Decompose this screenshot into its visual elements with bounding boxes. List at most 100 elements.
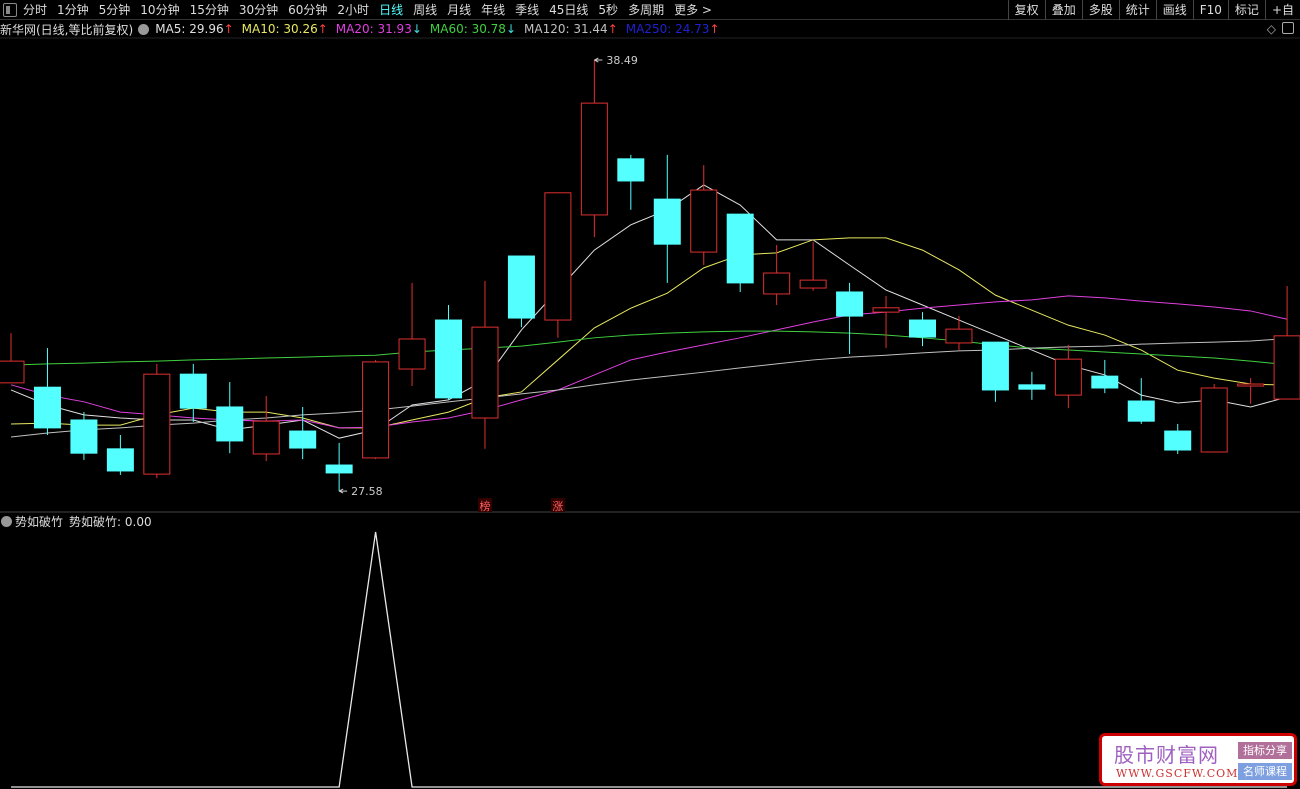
candle-down bbox=[1164, 430, 1192, 451]
period-tab[interactable]: 1分钟 bbox=[57, 1, 89, 18]
stock-title: 新华网(日线,等比前复权) bbox=[0, 22, 134, 37]
candle-down bbox=[325, 464, 353, 474]
right-toolbar: 复权 叠加 多股 统计 画线 F10 标记 +自 bbox=[1007, 0, 1300, 20]
price-pointer-icon bbox=[594, 57, 603, 63]
ma-label: MA120: 31.44 bbox=[524, 22, 608, 36]
ma-readout: MA20: 31.93↓ bbox=[336, 22, 422, 36]
ma-label: MA20: 31.93 bbox=[335, 22, 412, 36]
period-tab[interactable]: 5分钟 bbox=[99, 1, 131, 18]
candle-down bbox=[1018, 384, 1046, 390]
period-tab[interactable]: 月线 bbox=[447, 1, 471, 18]
ma-readout: MA10: 30.26↑ bbox=[242, 22, 328, 36]
candle-down bbox=[33, 386, 61, 429]
candle-down bbox=[106, 448, 134, 472]
candle-down bbox=[507, 255, 535, 319]
ma-readout: MA5: 29.96↑ bbox=[155, 22, 233, 36]
ma-info-line: 新华网(日线,等比前复权) MA5: 29.96↑ MA10: 30.26↑ MA2… bbox=[0, 20, 1300, 38]
period-tab[interactable]: 日线 bbox=[379, 1, 403, 18]
period-tab[interactable]: 更多 > bbox=[674, 1, 712, 18]
ma-readout: MA60: 30.78↓ bbox=[430, 22, 516, 36]
trend-arrow-icon: ↑ bbox=[223, 22, 234, 36]
candle-down bbox=[653, 198, 681, 245]
toolbar-button[interactable]: 标记 bbox=[1227, 0, 1265, 20]
candle-down bbox=[1091, 375, 1119, 389]
candle-up bbox=[252, 420, 280, 455]
period-tab[interactable]: 10分钟 bbox=[140, 1, 179, 18]
period-tab[interactable]: 季线 bbox=[515, 1, 539, 18]
candle-up bbox=[1054, 358, 1082, 396]
corner-icons: ◇ bbox=[1267, 22, 1294, 36]
indicator-value: 势如破竹: 0.00 bbox=[69, 514, 152, 529]
period-tab[interactable]: 分时 bbox=[23, 1, 47, 18]
period-tab[interactable]: 多周期 bbox=[628, 1, 664, 18]
ma-line-ma60 bbox=[10, 330, 1288, 366]
toolbar-button[interactable]: F10 bbox=[1192, 0, 1228, 20]
period-tab[interactable]: 60分钟 bbox=[288, 1, 327, 18]
logo-tag-course: 名师课程 bbox=[1238, 763, 1292, 780]
period-tab[interactable]: 15分钟 bbox=[190, 1, 229, 18]
candle-up bbox=[872, 307, 900, 313]
price-pointer-icon bbox=[338, 488, 348, 494]
logo-title: 股市财富网 bbox=[1114, 743, 1219, 767]
candle-up bbox=[1237, 383, 1265, 387]
candle-up bbox=[398, 338, 426, 370]
watermark-logo: 股市财富网 WWW.GSCFW.COM 指标分享 名师课程 bbox=[1099, 733, 1297, 786]
candle-down bbox=[179, 373, 207, 409]
period-tab[interactable]: 年线 bbox=[481, 1, 505, 18]
low-price-label: 27.58 bbox=[351, 485, 383, 498]
period-tab[interactable]: 周线 bbox=[413, 1, 437, 18]
panel-toggle-icon[interactable] bbox=[1282, 22, 1294, 34]
toolbar-button[interactable]: 多股 bbox=[1081, 0, 1119, 20]
toolbar-button[interactable]: 画线 bbox=[1155, 0, 1193, 20]
candle-down bbox=[726, 213, 754, 284]
toolbar-button[interactable]: 复权 bbox=[1007, 0, 1045, 20]
candle-down bbox=[909, 319, 936, 338]
period-tab[interactable]: 5秒 bbox=[598, 1, 618, 18]
trend-arrow-icon: ↓ bbox=[411, 22, 422, 36]
candle-up bbox=[362, 361, 390, 459]
toolbar-button[interactable]: +自 bbox=[1264, 0, 1300, 20]
candle-down bbox=[617, 158, 645, 182]
ma-readout: MA250: 24.73↑ bbox=[626, 22, 720, 36]
candle-down bbox=[435, 319, 463, 399]
ma-label: MA10: 30.26 bbox=[241, 22, 318, 36]
logo-tag-indicator: 指标分享 bbox=[1238, 742, 1292, 759]
candle-up bbox=[763, 272, 791, 295]
trend-arrow-icon: ↑ bbox=[709, 22, 720, 36]
indicator-line bbox=[11, 531, 1288, 788]
candle-down bbox=[981, 341, 1009, 391]
period-tab[interactable]: 45日线 bbox=[549, 1, 588, 18]
toolbar-button[interactable]: 统计 bbox=[1118, 0, 1156, 20]
sidebar-toggle-icon[interactable] bbox=[3, 2, 17, 17]
candle-up bbox=[544, 192, 572, 321]
period-tab[interactable]: 2小时 bbox=[337, 1, 369, 18]
ma-label: MA60: 30.78 bbox=[429, 22, 506, 36]
marker-label: 涨 bbox=[552, 500, 563, 513]
candle-up bbox=[471, 326, 499, 419]
candle-up bbox=[690, 189, 718, 253]
high-price-label: 38.49 bbox=[606, 54, 638, 67]
candle-down bbox=[216, 406, 244, 442]
diamond-icon[interactable]: ◇ bbox=[1267, 22, 1276, 36]
indicator-name[interactable]: 势如破竹 bbox=[15, 513, 63, 530]
ma-label: MA5: 29.96 bbox=[155, 22, 224, 36]
indicator-header: 势如破竹 势如破竹: 0.00 bbox=[0, 513, 152, 529]
candle-up bbox=[143, 373, 171, 475]
indicator-menu-icon[interactable] bbox=[1, 515, 12, 527]
ma-readout: MA120: 31.44↑ bbox=[524, 22, 618, 36]
settings-circle-icon[interactable] bbox=[138, 23, 150, 35]
candle-up bbox=[0, 360, 25, 384]
candle-up bbox=[945, 328, 973, 344]
trend-arrow-icon: ↑ bbox=[607, 22, 618, 36]
kline-chart[interactable]: 38.49 27.58 榜 涨 bbox=[0, 0, 1300, 789]
candle-down bbox=[1127, 400, 1155, 422]
logo-url: WWW.GSCFW.COM bbox=[1116, 767, 1239, 780]
candle-down bbox=[836, 291, 864, 317]
ma-label: MA250: 24.73 bbox=[625, 22, 710, 36]
toolbar-button[interactable]: 叠加 bbox=[1044, 0, 1082, 20]
trend-arrow-icon: ↑ bbox=[317, 22, 328, 36]
candle-up bbox=[1273, 335, 1300, 400]
marker-label: 榜 bbox=[479, 499, 490, 513]
trend-arrow-icon: ↓ bbox=[505, 22, 516, 36]
period-tab[interactable]: 30分钟 bbox=[239, 1, 278, 18]
